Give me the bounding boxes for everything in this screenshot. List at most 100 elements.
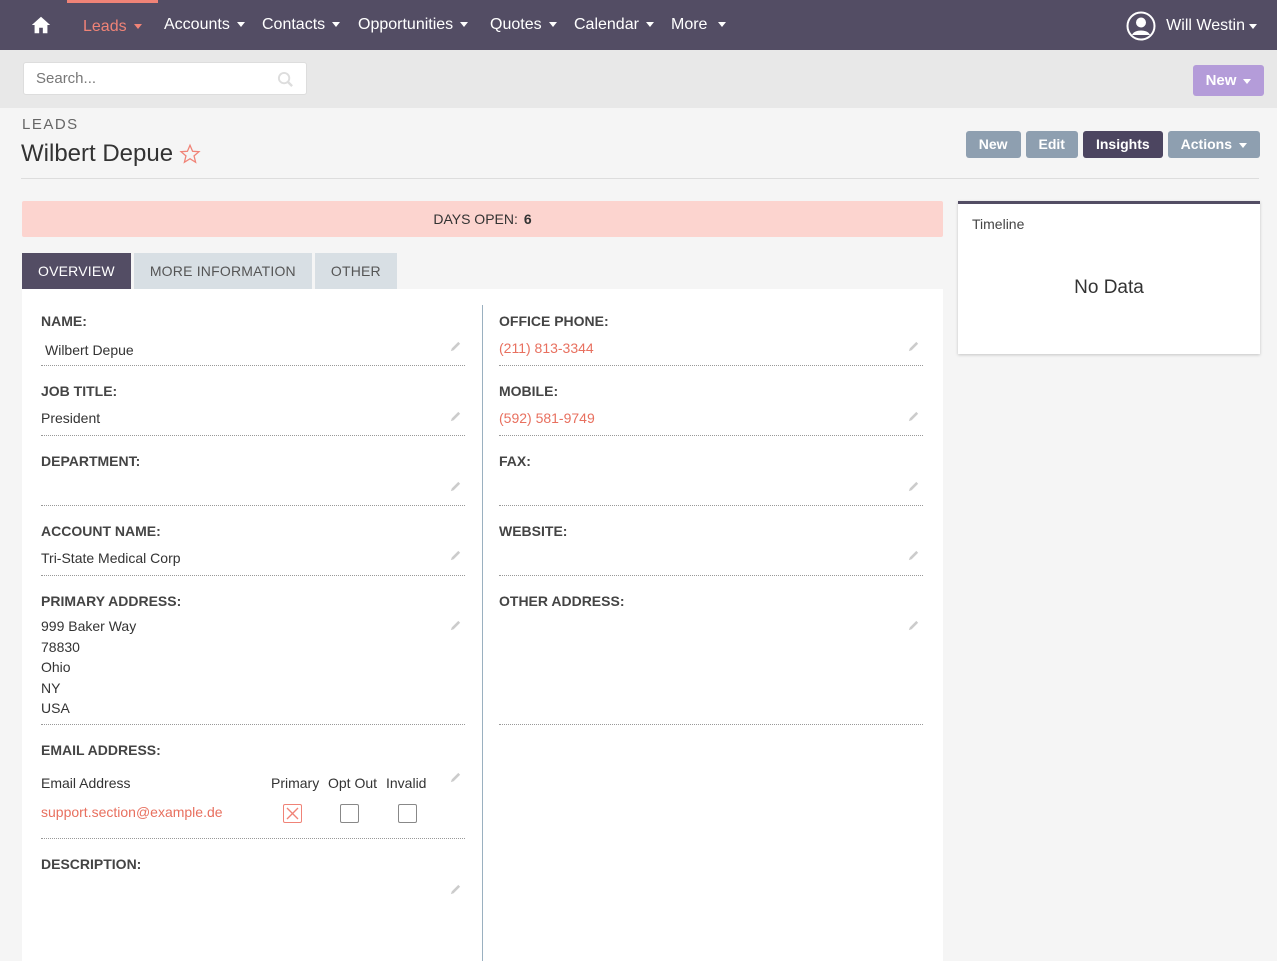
nav-more[interactable]: More	[671, 0, 727, 50]
search-icon[interactable]	[277, 71, 294, 88]
chevron-down-icon	[645, 22, 654, 28]
field-separator	[499, 575, 923, 576]
field-label: DEPARTMENT:	[41, 453, 141, 469]
pencil-icon[interactable]	[907, 340, 920, 353]
field-fax: FAX:	[499, 453, 923, 478]
field-primary-address: PRIMARY ADDRESS: 999 Baker Way 78830 Ohi…	[41, 593, 465, 719]
office-phone-link[interactable]: (211) 813-3344	[499, 338, 923, 359]
field-other-address: OTHER ADDRESS:	[499, 593, 923, 618]
address-line: USA	[41, 700, 70, 716]
field-separator	[41, 505, 465, 506]
field-value: Wilbert Depue	[45, 342, 134, 358]
field-separator	[499, 435, 923, 436]
chevron-down-icon	[236, 22, 245, 28]
pencil-icon[interactable]	[449, 883, 462, 896]
address-value: 999 Baker Way 78830 Ohio NY USA	[41, 616, 465, 719]
field-separator	[41, 838, 465, 839]
email-link[interactable]: support.section@example.de	[41, 804, 223, 820]
field-office-phone: OFFICE PHONE: (211) 813-3344	[499, 313, 923, 359]
user-menu[interactable]: Will Westin	[1126, 11, 1257, 41]
chevron-down-icon	[718, 22, 727, 28]
actions-dropdown-button[interactable]: Actions	[1167, 131, 1260, 158]
field-separator	[41, 365, 465, 366]
nav-calendar[interactable]: Calendar	[574, 0, 654, 50]
module-title: LEADS	[22, 116, 79, 133]
user-avatar-icon	[1126, 11, 1156, 41]
top-navbar: Leads Accounts Contacts Opportunities Qu…	[0, 0, 1277, 50]
field-value: Tri-State Medical Corp	[41, 550, 181, 566]
optout-checkbox[interactable]	[340, 804, 359, 823]
field-mobile: MOBILE: (592) 581-9749	[499, 383, 923, 429]
pencil-icon[interactable]	[449, 771, 462, 784]
edit-button[interactable]: Edit	[1025, 131, 1078, 158]
field-separator	[41, 724, 465, 725]
field-separator	[41, 435, 465, 436]
tab-more-information[interactable]: MORE INFORMATION	[133, 253, 312, 289]
chevron-down-icon	[548, 22, 557, 28]
search-bar-row: New	[0, 50, 1277, 108]
invalid-column-header: Invalid	[386, 775, 427, 791]
new-button[interactable]: New	[965, 131, 1021, 158]
nav-accounts[interactable]: Accounts	[164, 0, 245, 50]
field-value: President	[41, 410, 101, 426]
field-label: PRIMARY ADDRESS:	[41, 593, 182, 609]
tab-other[interactable]: OTHER	[314, 253, 397, 289]
field-label: EMAIL ADDRESS:	[41, 742, 161, 758]
timeline-empty-message: No Data	[1074, 277, 1144, 298]
column-divider	[482, 305, 483, 961]
pencil-icon[interactable]	[449, 549, 462, 562]
field-label: OTHER ADDRESS:	[499, 593, 625, 609]
pencil-icon[interactable]	[449, 340, 462, 353]
detail-tabs: OVERVIEW MORE INFORMATION OTHER	[22, 253, 397, 289]
pencil-icon[interactable]	[907, 619, 920, 632]
address-line: 78830	[41, 638, 80, 655]
pencil-icon[interactable]	[449, 480, 462, 493]
pencil-icon[interactable]	[907, 410, 920, 423]
pencil-icon[interactable]	[907, 480, 920, 493]
chevron-down-icon	[1249, 23, 1257, 29]
search-box	[23, 62, 307, 95]
timeline-title: Timeline	[972, 216, 1025, 232]
field-label: JOB TITLE:	[41, 383, 118, 399]
timeline-panel: Timeline No Data	[958, 201, 1260, 354]
detail-panel: NAME: Wilbert Depue JOB TITLE: President…	[22, 289, 943, 961]
record-name: Wilbert Depue	[21, 140, 174, 167]
field-account-name: ACCOUNT NAME: Tri-State Medical Corp	[41, 523, 465, 569]
field-email-address: EMAIL ADDRESS:	[41, 742, 465, 758]
record-title: Wilbert Depue	[21, 140, 201, 168]
address-line: 999 Baker Way	[41, 618, 137, 634]
nav-quotes[interactable]: Quotes	[490, 0, 557, 50]
field-label: MOBILE:	[499, 383, 559, 399]
invalid-checkbox[interactable]	[398, 804, 417, 823]
field-department: DEPARTMENT:	[41, 453, 465, 478]
mobile-link[interactable]: (592) 581-9749	[499, 408, 923, 429]
field-label: OFFICE PHONE:	[499, 313, 609, 329]
nav-opportunities[interactable]: Opportunities	[358, 0, 469, 50]
pencil-icon[interactable]	[449, 410, 462, 423]
address-line: Ohio	[41, 659, 71, 675]
days-open-banner: DAYS OPEN: 6	[22, 201, 943, 237]
field-job-title: JOB TITLE: President	[41, 383, 465, 429]
optout-column-header: Opt Out	[328, 775, 378, 791]
primary-checkbox[interactable]	[283, 804, 302, 823]
field-label: NAME:	[41, 313, 87, 329]
pencil-icon[interactable]	[449, 619, 462, 632]
field-label: FAX:	[499, 453, 531, 469]
nav-contacts[interactable]: Contacts	[262, 0, 341, 50]
home-icon[interactable]	[30, 14, 52, 36]
field-separator	[499, 505, 923, 506]
new-dropdown-button[interactable]: New	[1193, 65, 1264, 96]
favorite-star-icon[interactable]	[179, 143, 201, 165]
tab-overview[interactable]: OVERVIEW	[22, 253, 131, 289]
chevron-down-icon	[460, 22, 469, 28]
checkmark-x-icon	[286, 807, 299, 820]
field-separator	[499, 365, 923, 366]
search-input[interactable]	[24, 63, 264, 94]
email-column-header: Email Address	[41, 775, 131, 791]
nav-leads[interactable]: Leads	[67, 0, 158, 50]
chevron-down-icon	[133, 24, 142, 30]
pencil-icon[interactable]	[907, 549, 920, 562]
insights-button[interactable]: Insights	[1082, 131, 1163, 158]
chevron-down-icon	[332, 22, 341, 28]
action-buttons: New Edit Insights Actions	[965, 131, 1260, 158]
